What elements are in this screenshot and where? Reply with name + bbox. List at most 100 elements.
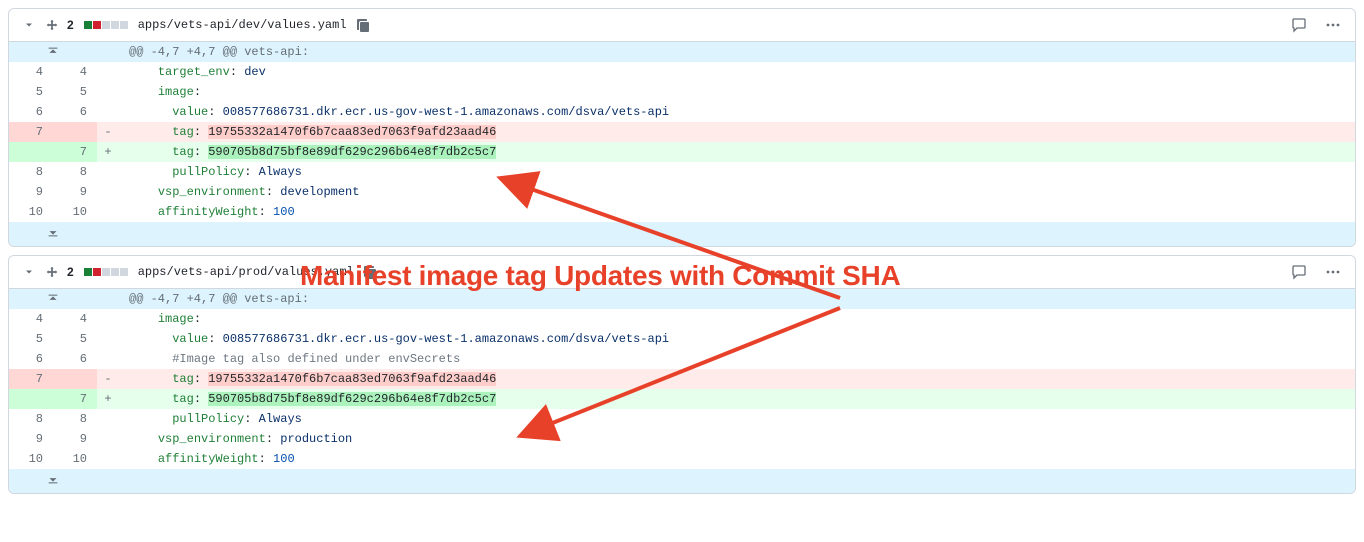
diff-line-add: 7 + tag: 590705b8d75bf8e89df629c296b64e8… <box>9 142 1355 162</box>
new-line-number[interactable]: 4 <box>53 309 97 329</box>
new-line-number[interactable] <box>53 369 97 389</box>
old-line-number[interactable]: 4 <box>9 62 53 82</box>
collapse-toggle[interactable] <box>21 264 37 280</box>
new-line-number[interactable]: 8 <box>53 409 97 429</box>
diff-line-ctx: 4 4 target_env: dev <box>9 62 1355 82</box>
new-line-number[interactable]: 6 <box>53 349 97 369</box>
new-line-number[interactable]: 10 <box>53 202 97 222</box>
old-line-number[interactable]: 4 <box>9 309 53 329</box>
change-count: 2 <box>67 18 74 32</box>
diffstat-bar <box>84 21 128 29</box>
code-cell: vsp_environment: development <box>119 182 1355 202</box>
diff-marker <box>97 409 119 429</box>
annotation-callout: Manifest image tag Updates with Commit S… <box>300 260 900 292</box>
old-line-number[interactable]: 7 <box>9 369 53 389</box>
diff-line-ctx: 5 5 value: 008577686731.dkr.ecr.us-gov-w… <box>9 329 1355 349</box>
new-line-number[interactable]: 5 <box>53 82 97 102</box>
diff-marker <box>97 309 119 329</box>
diff-line-ctx: 6 6 #Image tag also defined under envSec… <box>9 349 1355 369</box>
code-cell: value: 008577686731.dkr.ecr.us-gov-west-… <box>119 102 1355 122</box>
collapse-toggle[interactable] <box>21 17 37 33</box>
code-cell: tag: 19755332a1470f6b7caa83ed7063f9afd23… <box>119 369 1355 389</box>
hunk-header: @@ -4,7 +4,7 @@ vets-api: <box>119 289 1355 309</box>
old-line-number[interactable]: 10 <box>9 202 53 222</box>
diff-line-ctx: 10 10 affinityWeight: 100 <box>9 449 1355 469</box>
change-count: 2 <box>67 265 74 279</box>
diff-marker <box>97 82 119 102</box>
expand-down-button[interactable] <box>9 222 97 246</box>
diff-line-add: 7 + tag: 590705b8d75bf8e89df629c296b64e8… <box>9 389 1355 409</box>
diff-marker <box>97 449 119 469</box>
file-path-link[interactable]: apps/vets-api/dev/values.yaml <box>138 18 347 32</box>
code-cell: tag: 590705b8d75bf8e89df629c296b64e8f7db… <box>119 142 1355 162</box>
old-line-number[interactable]: 6 <box>9 349 53 369</box>
diff-line-ctx: 10 10 affinityWeight: 100 <box>9 202 1355 222</box>
diff-line-ctx: 6 6 value: 008577686731.dkr.ecr.us-gov-w… <box>9 102 1355 122</box>
code-cell: tag: 590705b8d75bf8e89df629c296b64e8f7db… <box>119 389 1355 409</box>
diff-table: @@ -4,7 +4,7 @@ vets-api: 4 4 image: 5 5… <box>9 289 1355 493</box>
hunk-header: @@ -4,7 +4,7 @@ vets-api: <box>119 42 1355 62</box>
new-line-number[interactable]: 5 <box>53 329 97 349</box>
code-cell: #Image tag also defined under envSecrets <box>119 349 1355 369</box>
code-cell: tag: 19755332a1470f6b7caa83ed7063f9afd23… <box>119 122 1355 142</box>
code-cell: pullPolicy: Always <box>119 162 1355 182</box>
diff-line-ctx: 8 8 pullPolicy: Always <box>9 409 1355 429</box>
diff-line-ctx: 8 8 pullPolicy: Always <box>9 162 1355 182</box>
diff-line-ctx: 5 5 image: <box>9 82 1355 102</box>
diff-line-del: 7 - tag: 19755332a1470f6b7caa83ed7063f9a… <box>9 122 1355 142</box>
diff-marker <box>97 62 119 82</box>
expand-down-button[interactable] <box>9 469 97 493</box>
diff-marker <box>97 349 119 369</box>
copy-path-button[interactable] <box>353 15 373 35</box>
old-line-number[interactable]: 8 <box>9 409 53 429</box>
code-cell: pullPolicy: Always <box>119 409 1355 429</box>
expand-all-icon[interactable] <box>43 16 61 34</box>
expand-up-button[interactable] <box>9 42 97 62</box>
code-cell: affinityWeight: 100 <box>119 202 1355 222</box>
diff-marker <box>97 102 119 122</box>
diff-table: @@ -4,7 +4,7 @@ vets-api: 4 4 target_env… <box>9 42 1355 246</box>
new-line-number[interactable] <box>53 122 97 142</box>
expand-up-button[interactable] <box>9 289 97 309</box>
new-line-number[interactable]: 6 <box>53 102 97 122</box>
new-line-number[interactable]: 9 <box>53 429 97 449</box>
diff-line-ctx: 9 9 vsp_environment: production <box>9 429 1355 449</box>
code-cell: value: 008577686731.dkr.ecr.us-gov-west-… <box>119 329 1355 349</box>
old-line-number[interactable]: 9 <box>9 429 53 449</box>
expand-row <box>9 469 1355 493</box>
diff-file-block: 2 apps/vets-api/dev/values.yaml @@ -4,7 … <box>8 8 1356 247</box>
old-line-number[interactable] <box>9 389 53 409</box>
diff-marker: + <box>97 389 119 409</box>
file-menu-button[interactable] <box>1323 262 1343 282</box>
old-line-number[interactable]: 10 <box>9 449 53 469</box>
diffstat-bar <box>84 268 128 276</box>
new-line-number[interactable]: 10 <box>53 449 97 469</box>
old-line-number[interactable]: 6 <box>9 102 53 122</box>
new-line-number[interactable]: 9 <box>53 182 97 202</box>
file-menu-button[interactable] <box>1323 15 1343 35</box>
expand-all-icon[interactable] <box>43 263 61 281</box>
old-line-number[interactable]: 5 <box>9 82 53 102</box>
code-cell: image: <box>119 309 1355 329</box>
diff-marker: - <box>97 369 119 389</box>
diff-line-del: 7 - tag: 19755332a1470f6b7caa83ed7063f9a… <box>9 369 1355 389</box>
old-line-number[interactable]: 7 <box>9 122 53 142</box>
new-line-number[interactable]: 7 <box>53 389 97 409</box>
diff-marker <box>97 329 119 349</box>
diff-marker: + <box>97 142 119 162</box>
code-cell: affinityWeight: 100 <box>119 449 1355 469</box>
new-line-number[interactable]: 8 <box>53 162 97 182</box>
new-line-number[interactable]: 4 <box>53 62 97 82</box>
new-line-number[interactable]: 7 <box>53 142 97 162</box>
comment-button[interactable] <box>1289 15 1309 35</box>
old-line-number[interactable]: 9 <box>9 182 53 202</box>
diff-line-ctx: 9 9 vsp_environment: development <box>9 182 1355 202</box>
old-line-number[interactable] <box>9 142 53 162</box>
diff-marker <box>97 162 119 182</box>
hunk-row: @@ -4,7 +4,7 @@ vets-api: <box>9 289 1355 309</box>
old-line-number[interactable]: 5 <box>9 329 53 349</box>
diff-marker <box>97 429 119 449</box>
comment-button[interactable] <box>1289 262 1309 282</box>
code-cell: target_env: dev <box>119 62 1355 82</box>
old-line-number[interactable]: 8 <box>9 162 53 182</box>
